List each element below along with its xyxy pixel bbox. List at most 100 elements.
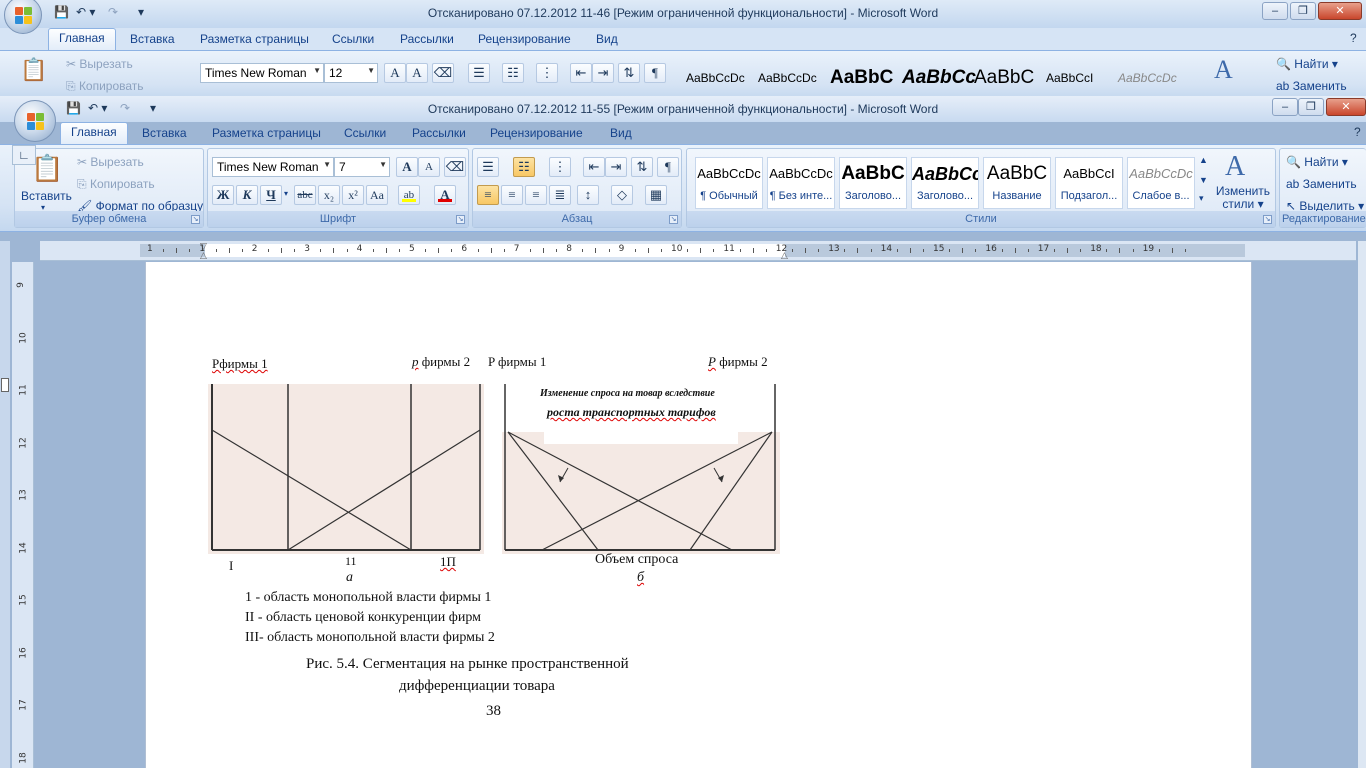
tab-home[interactable]: Главная: [60, 122, 128, 144]
paste-button[interactable]: Вставить: [21, 189, 72, 203]
font-color-button[interactable]: A: [434, 185, 456, 205]
copy-button[interactable]: ⎘ Копировать: [77, 177, 155, 192]
subscript-button[interactable]: x₂: [318, 185, 340, 205]
background-grow-font-button[interactable]: A: [384, 63, 406, 83]
close-button[interactable]: ✕: [1326, 98, 1366, 116]
style-heading-1[interactable]: AaBbC Заголово...: [839, 157, 907, 209]
styles-more-icon[interactable]: ▾: [1199, 193, 1204, 204]
line-spacing-button[interactable]: ↕: [577, 185, 599, 205]
align-left-button[interactable]: ≡: [477, 185, 499, 205]
background-multilevel-button[interactable]: ⋮: [536, 63, 558, 83]
background-increase-indent-button[interactable]: ⇥: [592, 63, 614, 83]
vertical-ruler[interactable]: 9 10 11 12 13 14 15 16 17 18: [12, 262, 34, 768]
background-style-tile[interactable]: AaBbCc: [902, 67, 976, 89]
tab-stop-selector[interactable]: ∟: [12, 145, 36, 165]
align-center-button[interactable]: ≡: [501, 185, 523, 205]
background-tab-home[interactable]: Главная: [48, 28, 116, 50]
change-styles-icon[interactable]: A: [1225, 151, 1245, 183]
tab-references[interactable]: Ссылки: [334, 124, 396, 142]
minimize-button[interactable]: –: [1272, 98, 1298, 116]
background-clear-format-button[interactable]: ⌫: [432, 63, 454, 83]
justify-button[interactable]: ≣: [549, 185, 571, 205]
styles-scroll-down-icon[interactable]: ▼: [1199, 175, 1208, 185]
style-subtitle[interactable]: AaBbCcI Подзагол...: [1055, 157, 1123, 209]
background-style-tile[interactable]: AaBbCcDc: [686, 71, 745, 85]
background-minimize-button[interactable]: –: [1262, 2, 1288, 20]
multilevel-list-button[interactable]: ⋮: [549, 157, 571, 177]
background-style-tile[interactable]: AaBbCcDc: [758, 71, 817, 85]
sort-button[interactable]: ⇅: [631, 157, 653, 177]
background-style-tile[interactable]: AaBbC: [974, 67, 1034, 89]
background-font-name-combo[interactable]: Times New Roman ▼: [200, 63, 324, 83]
font-launcher-icon[interactable]: ↘: [456, 215, 465, 224]
change-styles-button[interactable]: Изменить стили ▾: [1215, 185, 1271, 211]
background-tab-insert[interactable]: Вставка: [120, 30, 185, 48]
style-heading-2[interactable]: AaBbCc Заголово...: [911, 157, 979, 209]
bold-button[interactable]: Ж: [212, 185, 234, 205]
background-help-icon[interactable]: ?: [1350, 31, 1357, 45]
superscript-button[interactable]: x²: [342, 185, 364, 205]
italic-button[interactable]: К: [236, 185, 258, 205]
background-restore-button[interactable]: ❐: [1290, 2, 1316, 20]
background-style-tile[interactable]: AaBbCcI: [1046, 71, 1093, 85]
clipboard-launcher-icon[interactable]: ↘: [191, 215, 200, 224]
help-icon[interactable]: ?: [1354, 125, 1361, 139]
restore-button[interactable]: ❐: [1298, 98, 1324, 116]
style-no-spacing[interactable]: AaBbCcDc ¶ Без инте...: [767, 157, 835, 209]
background-cut-button[interactable]: ✂ Вырезать: [66, 57, 133, 71]
background-paste-icon[interactable]: 📋: [20, 57, 47, 83]
document-page[interactable]: Рфирмы 1 p фирмы 2 P фирмы 1 P фирмы 2 И…: [145, 262, 1252, 768]
underline-button[interactable]: Ч: [260, 185, 282, 205]
paragraph-launcher-icon[interactable]: ↘: [669, 215, 678, 224]
grow-font-button[interactable]: A: [396, 157, 418, 177]
tab-insert[interactable]: Вставка: [132, 124, 197, 142]
background-numbering-button[interactable]: ☷: [502, 63, 524, 83]
background-tab-references[interactable]: Ссылки: [322, 30, 384, 48]
background-tab-view[interactable]: Вид: [586, 30, 628, 48]
align-right-button[interactable]: ≡: [525, 185, 547, 205]
vertical-scrollbar[interactable]: [1358, 241, 1366, 768]
borders-button[interactable]: ▦: [645, 185, 667, 205]
increase-indent-button[interactable]: ⇥: [605, 157, 627, 177]
underline-dropdown-icon[interactable]: ▾: [284, 189, 288, 198]
background-tab-mailings[interactable]: Рассылки: [390, 30, 464, 48]
background-font-size-combo[interactable]: 12 ▼: [324, 63, 378, 83]
background-find-button[interactable]: 🔍 Найти ▾: [1276, 57, 1338, 71]
background-decrease-indent-button[interactable]: ⇤: [570, 63, 592, 83]
horizontal-ruler[interactable]: ▽ △ △ 1 1 2 3 4 5 6 7 8 9 10 11 12 13 14 15 16 17 18 19: [40, 241, 1356, 261]
background-sort-button[interactable]: ⇅: [618, 63, 640, 83]
background-shrink-font-button[interactable]: A: [406, 63, 428, 83]
numbering-button[interactable]: ☷: [513, 157, 535, 177]
shrink-font-button[interactable]: A: [418, 157, 440, 177]
font-name-combo[interactable]: Times New Roman ▼: [212, 157, 334, 177]
font-size-combo[interactable]: 7 ▼: [334, 157, 390, 177]
background-change-styles-icon[interactable]: A: [1214, 55, 1233, 85]
change-case-button[interactable]: Aa: [366, 185, 388, 205]
clear-formatting-icon[interactable]: ⌫: [444, 157, 466, 177]
style-subtle-emphasis[interactable]: AaBbCcDc Слабое в...: [1127, 157, 1195, 209]
highlight-button[interactable]: ab: [398, 185, 420, 205]
background-copy-button[interactable]: ⎘ Копировать: [66, 79, 144, 94]
find-button[interactable]: 🔍 Найти ▾: [1286, 155, 1348, 169]
tab-mailings[interactable]: Рассылки: [402, 124, 476, 142]
tab-review[interactable]: Рецензирование: [480, 124, 593, 142]
styles-scroll-up-icon[interactable]: ▲: [1199, 155, 1208, 165]
cut-button[interactable]: ✂ Вырезать: [77, 155, 144, 169]
tab-view[interactable]: Вид: [600, 124, 642, 142]
replace-button[interactable]: ab Заменить: [1286, 177, 1357, 191]
strikethrough-button[interactable]: abc: [294, 185, 316, 205]
background-bullets-button[interactable]: ☰: [468, 63, 490, 83]
style-normal[interactable]: AaBbCcDc ¶ Обычный: [695, 157, 763, 209]
background-style-tile[interactable]: AaBbCcDc: [1118, 71, 1177, 85]
style-title[interactable]: AaBbC Название: [983, 157, 1051, 209]
background-style-tile[interactable]: AaBbC: [830, 67, 893, 89]
styles-launcher-icon[interactable]: ↘: [1263, 215, 1272, 224]
bullets-button[interactable]: ☰: [477, 157, 499, 177]
decrease-indent-button[interactable]: ⇤: [583, 157, 605, 177]
shading-button[interactable]: ◇: [611, 185, 633, 205]
tab-page-layout[interactable]: Разметка страницы: [202, 124, 331, 142]
background-tab-review[interactable]: Рецензирование: [468, 30, 581, 48]
show-marks-button[interactable]: ¶: [657, 157, 679, 177]
background-tab-page-layout[interactable]: Разметка страницы: [190, 30, 319, 48]
background-close-button[interactable]: ✕: [1318, 2, 1362, 20]
